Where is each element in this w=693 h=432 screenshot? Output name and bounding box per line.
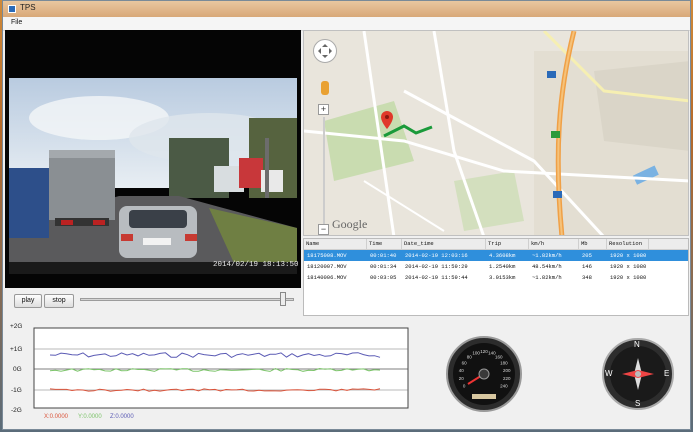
map-zoom-out-button[interactable]: − <box>318 224 329 235</box>
g-sensor-graph: +2G +1G 0G -1G -2G X:0.0000 Y:0.0000 Z:0… <box>8 320 410 424</box>
video-frame <box>9 78 297 274</box>
column-header[interactable]: Trip <box>486 239 529 249</box>
cell-size: 146 <box>582 263 592 270</box>
column-header[interactable]: Name <box>304 239 367 249</box>
compass-north-label: N <box>634 340 640 349</box>
table-row[interactable]: 18120007.MOV 00:01:34 2014-02-19 11:59:2… <box>304 261 688 272</box>
map-pan-control[interactable] <box>313 39 337 63</box>
table-header: Name Time Date_time Trip km/h Mb Resolut… <box>304 239 688 250</box>
speedometer-tick-label: 60 <box>462 361 468 366</box>
compass-west-label: W <box>605 369 613 378</box>
speedometer-tick-label: 160 <box>495 354 503 359</box>
column-header[interactable]: Mb <box>579 239 607 249</box>
legend-y: Y:0.0000 <box>78 414 102 420</box>
cell-name: 18140006.MOV <box>307 274 347 281</box>
seek-slider[interactable] <box>80 298 294 301</box>
video-timestamp: 2014/02/19 18:13:50 <box>213 261 299 269</box>
cell-trip: 3.0153km <box>489 274 516 281</box>
compass-gauge: N S W E <box>602 338 674 410</box>
stop-button[interactable]: stop <box>44 294 74 308</box>
cell-time: 00:01:40 <box>370 252 397 259</box>
cell-resolution: 1920 x 1080 <box>610 252 647 259</box>
axis-label: +1G <box>10 346 23 353</box>
compass-east-label: E <box>664 369 670 378</box>
column-header[interactable]: km/h <box>529 239 579 249</box>
speedometer-tick-label: 20 <box>459 376 465 381</box>
speedometer-tick-label: 220 <box>503 376 511 381</box>
title-bar[interactable]: TPS <box>3 1 690 17</box>
seek-slider-thumb[interactable] <box>279 292 286 306</box>
menu-file[interactable]: File <box>11 19 22 26</box>
table-row[interactable]: 18175008.MOV 00:01:40 2014-02-19 12:03:1… <box>304 250 688 261</box>
map-view[interactable]: + − Google <box>303 30 689 236</box>
axis-label: -2G <box>11 407 22 414</box>
speedometer-tick-label: 180 <box>500 361 508 366</box>
cell-name: 18175008.MOV <box>307 252 347 259</box>
column-header[interactable]: Time <box>367 239 402 249</box>
speedometer-tick-label: 240 <box>500 384 508 389</box>
speedometer-tick-label: 40 <box>459 368 465 373</box>
cell-speed: 48.54km/h <box>532 263 562 270</box>
map-zoom-slider[interactable] <box>323 117 325 225</box>
cell-trip: 4.3608km <box>489 252 516 259</box>
axis-label: 0G <box>13 366 22 373</box>
axis-label: +2G <box>10 323 23 330</box>
compass-south-label: S <box>635 399 641 408</box>
table-row[interactable]: 18140006.MOV 00:03:05 2014-02-19 11:59:4… <box>304 272 688 283</box>
speedometer-gauge: 0 20 40 60 80 100 120 140 160 180 200 220 240 <box>446 336 522 412</box>
cell-resolution: 1920 x 1080 <box>610 263 647 270</box>
column-header[interactable]: Date_time <box>402 239 486 249</box>
street-view-pegman-icon[interactable] <box>321 81 329 95</box>
cell-time: 00:03:05 <box>370 274 397 281</box>
file-table: Name Time Date_time Trip km/h Mb Resolut… <box>303 238 689 316</box>
speedometer-tick-label: 100 <box>472 350 480 355</box>
cell-trip: 1.2540km <box>489 263 516 270</box>
cell-size: 348 <box>582 274 592 281</box>
legend-z: Z:0.0000 <box>110 414 134 420</box>
legend-x: X:0.0000 <box>44 414 69 420</box>
cell-name: 18120007.MOV <box>307 263 347 270</box>
speedometer-tick-label: 120 <box>480 349 488 354</box>
map-zoom-in-button[interactable]: + <box>318 104 329 115</box>
window-title: TPS <box>20 3 36 12</box>
cell-resolution: 1920 x 1080 <box>610 274 647 281</box>
play-button[interactable]: play <box>14 294 42 308</box>
axis-label: -1G <box>11 387 22 394</box>
google-logo: Google <box>332 217 368 231</box>
cell-date-time: 2014-02-19 11:59:29 <box>405 263 468 270</box>
app-icon <box>8 5 16 13</box>
menu-bar: File <box>3 17 690 31</box>
cell-date-time: 2014-02-19 11:59:44 <box>405 274 468 281</box>
speedometer-tick-label: 200 <box>503 368 511 373</box>
cell-date-time: 2014-02-19 12:03:16 <box>405 252 468 259</box>
cell-size: 205 <box>582 252 592 259</box>
cell-time: 00:01:34 <box>370 263 397 270</box>
cell-speed: ~1.82km/h <box>532 252 562 259</box>
cell-speed: ~1.82km/h <box>532 274 562 281</box>
column-header[interactable]: Resolution <box>607 239 649 249</box>
video-player[interactable]: 2014/02/19 18:13:50 <box>5 30 301 288</box>
